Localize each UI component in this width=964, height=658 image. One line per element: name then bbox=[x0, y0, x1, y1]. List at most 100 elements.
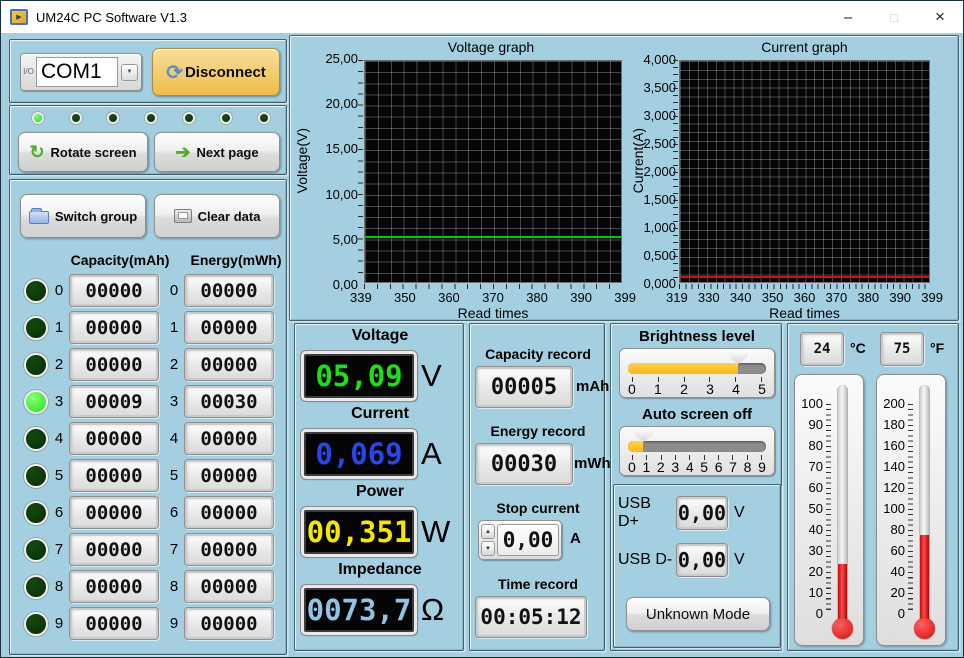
clear-data-button[interactable]: Clear data bbox=[154, 194, 280, 238]
group-row: 0 00000 0 00000 bbox=[10, 272, 288, 309]
usb-dminus-unit: V bbox=[734, 551, 745, 569]
voltage-graph-xticks: 339350360370380390399 bbox=[350, 290, 636, 305]
stop-current-unit: A bbox=[570, 530, 581, 547]
current-unit: A bbox=[421, 429, 465, 479]
energy-row-index: 9 bbox=[167, 615, 181, 632]
stop-current-spinner[interactable]: ▲ ▼ 0,00 bbox=[478, 520, 562, 560]
current-graph: Current graph Current(A) 4,0003,5003,000… bbox=[630, 36, 958, 322]
group-led bbox=[24, 316, 48, 340]
scale-number: 120 bbox=[883, 481, 905, 495]
connection-group: I/O COM1 ▼ ⟳ Disconnect bbox=[9, 39, 287, 103]
scale-number: 60 bbox=[891, 544, 905, 558]
scale-number: 20 bbox=[891, 586, 905, 600]
impedance-unit: Ω bbox=[421, 585, 465, 635]
group-row: 2 00000 2 00000 bbox=[10, 346, 288, 383]
scale-number: 0 bbox=[816, 607, 823, 621]
celsius-value-box: 24 bbox=[800, 332, 844, 366]
voltage-x-tickmarks bbox=[364, 284, 622, 289]
voltage-graph: Voltage graph Voltage(V) 25,0020,0015,00… bbox=[292, 36, 630, 322]
scale-number: 5 bbox=[700, 459, 708, 475]
voltage-y-tickmarks bbox=[358, 60, 363, 283]
capacity-row-index: 0 bbox=[52, 282, 66, 299]
scale-number: 80 bbox=[809, 439, 823, 453]
current-plot-area bbox=[679, 60, 930, 283]
scale-number: 1 bbox=[642, 459, 650, 475]
voltage-plot-area bbox=[364, 60, 622, 283]
capacity-row-index: 2 bbox=[52, 356, 66, 373]
com-port-value[interactable]: COM1 bbox=[36, 57, 118, 87]
group-led bbox=[24, 353, 48, 377]
celsius-tube bbox=[837, 385, 848, 627]
status-led bbox=[220, 112, 232, 124]
impedance-display: 0073,7 bbox=[301, 585, 417, 635]
brightness-slider[interactable]: 012345 bbox=[619, 348, 775, 398]
x-tick-label: 370 bbox=[826, 290, 848, 305]
x-tick-label: 350 bbox=[394, 290, 416, 305]
next-page-button[interactable]: ➔ Next page bbox=[154, 132, 280, 172]
usb-dminus-row: USB D- 0,00 V bbox=[618, 543, 776, 577]
group-led bbox=[24, 464, 48, 488]
group-row: 6 00000 6 00000 bbox=[10, 494, 288, 531]
celsius-scale: 1009080706050403020100 bbox=[795, 397, 823, 621]
fahrenheit-thermometer: 200180160140120100806040200 bbox=[876, 374, 946, 646]
capacity-row-index: 1 bbox=[52, 319, 66, 336]
current-graph-xticks: 319330340350360370380390399 bbox=[666, 290, 943, 305]
screen-off-track[interactable] bbox=[628, 441, 766, 452]
fahrenheit-unit: °F bbox=[930, 340, 944, 356]
spin-down-icon[interactable]: ▼ bbox=[481, 541, 495, 556]
current-graph-title: Current graph bbox=[679, 39, 930, 55]
voltage-display: 05,09 bbox=[301, 351, 417, 401]
group-led bbox=[24, 427, 48, 451]
energy-record-label: Energy record bbox=[470, 423, 606, 439]
capacity-value-display: 00000 bbox=[69, 274, 159, 307]
scale-number: 0 bbox=[628, 459, 636, 475]
scale-number: 40 bbox=[891, 565, 905, 579]
mode-button[interactable]: Unknown Mode bbox=[626, 597, 770, 631]
y-tick-label: 2,500 bbox=[643, 136, 676, 151]
impedance-label: Impedance bbox=[295, 561, 465, 579]
disconnect-button[interactable]: ⟳ Disconnect bbox=[152, 48, 280, 96]
energy-row-index: 8 bbox=[167, 578, 181, 595]
scale-number: 0 bbox=[898, 607, 905, 621]
chevron-down-icon[interactable]: ▼ bbox=[121, 64, 138, 81]
brightness-track[interactable] bbox=[628, 363, 766, 374]
energy-column-header: Energy(mWh) bbox=[184, 252, 288, 268]
usb-dplus-label: USB D+ bbox=[618, 495, 676, 531]
com-port-combobox[interactable]: I/O COM1 ▼ bbox=[20, 53, 142, 91]
time-record-display: 00:05:12 bbox=[475, 596, 587, 638]
screen-off-slider[interactable]: 0123456789 bbox=[619, 426, 775, 476]
switch-group-button[interactable]: Switch group bbox=[20, 194, 146, 238]
y-tick-label: 1,000 bbox=[643, 220, 676, 235]
scale-number: 4 bbox=[732, 381, 740, 397]
scale-number: 1 bbox=[654, 381, 662, 397]
usb-group: USB D+ 0,00 V USB D- 0,00 V Unknown Mode bbox=[613, 484, 781, 648]
capacity-value-display: 00009 bbox=[69, 385, 159, 418]
scale-number: 60 bbox=[809, 481, 823, 495]
stop-current-label: Stop current bbox=[470, 500, 606, 516]
time-record-label: Time record bbox=[470, 576, 606, 592]
scale-number: 8 bbox=[744, 459, 752, 475]
current-graph-yticks: 4,0003,5003,0002,5002,0001,5001,0000,500… bbox=[634, 52, 676, 291]
close-button[interactable]: × bbox=[917, 1, 963, 33]
capacity-row-index: 9 bbox=[52, 615, 66, 632]
maximize-button: □ bbox=[871, 1, 917, 33]
minimize-button[interactable]: – bbox=[825, 1, 871, 33]
voltage-value: 05,09 bbox=[315, 359, 402, 393]
current-y-tickmarks bbox=[673, 60, 678, 283]
current-x-tickmarks bbox=[679, 284, 930, 289]
fahrenheit-value-box: 75 bbox=[880, 332, 924, 366]
spin-up-icon[interactable]: ▲ bbox=[481, 524, 495, 539]
disk-icon bbox=[174, 209, 192, 223]
app-icon-glyph: ▶ bbox=[16, 13, 21, 21]
capacity-column-header: Capacity(mAh) bbox=[58, 252, 182, 268]
screen-off-label: Auto screen off bbox=[611, 406, 783, 423]
stop-current-field[interactable]: 0,00 bbox=[497, 524, 559, 556]
capacity-value-display: 00000 bbox=[69, 459, 159, 492]
celsius-thermometer: 1009080706050403020100 bbox=[794, 374, 864, 646]
app-icon: ▶ bbox=[10, 9, 28, 25]
capacity-row-index: 8 bbox=[52, 578, 66, 595]
capacity-row-index: 3 bbox=[52, 393, 66, 410]
capacity-record-display: 00005 bbox=[475, 366, 573, 408]
rotate-screen-button[interactable]: ↻ Rotate screen bbox=[18, 132, 148, 172]
x-tick-label: 390 bbox=[889, 290, 911, 305]
